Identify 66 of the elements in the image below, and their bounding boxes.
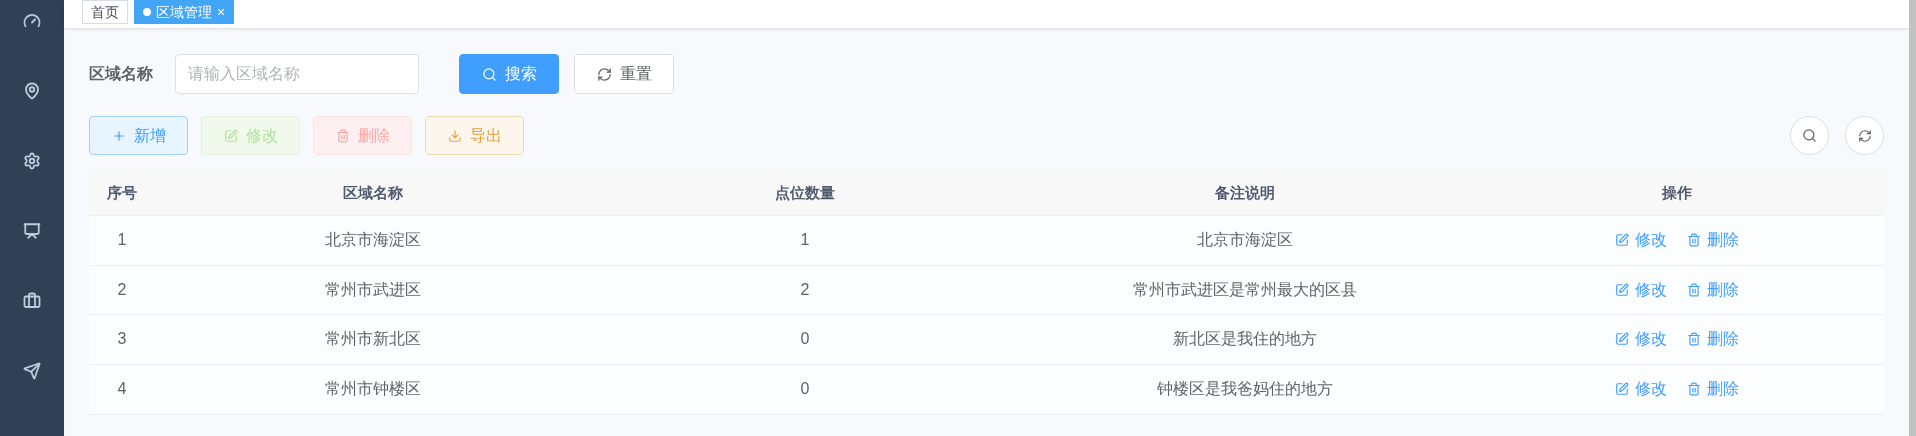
gauge-icon: [23, 12, 41, 30]
field-label: 区域名称: [89, 64, 154, 84]
search-toggle-button[interactable]: [1790, 116, 1829, 155]
search-button[interactable]: 搜索: [459, 54, 559, 94]
edit-icon: [1615, 233, 1629, 248]
reset-button[interactable]: 重置: [574, 54, 674, 94]
table-cell: 0: [800, 330, 810, 348]
table-cell: 常州市钟楼区: [324, 380, 421, 398]
briefcase-icon: [23, 292, 41, 310]
gear-icon: [23, 152, 41, 170]
sidebar-item[interactable]: [22, 82, 42, 100]
table-cell: 2: [117, 280, 127, 298]
table-cell: 4: [117, 380, 127, 398]
edit-link[interactable]: 修改: [1615, 327, 1667, 352]
refresh-icon: [1857, 128, 1872, 143]
edit-icon: [1615, 282, 1629, 297]
delete-link[interactable]: 删除: [1687, 228, 1739, 253]
toolbar-button[interactable]: 新增: [89, 116, 188, 155]
tag[interactable]: 区域管理 ×: [134, 0, 235, 24]
column-header: 区域名称: [342, 184, 403, 201]
delete-link[interactable]: 删除: [1687, 277, 1739, 302]
delete-link[interactable]: 删除: [1687, 327, 1739, 352]
edit-icon: [1615, 332, 1629, 347]
table-cell: 2: [800, 280, 810, 298]
tag[interactable]: 首页: [82, 0, 128, 24]
column-header: 序号: [107, 184, 137, 201]
sidebar-item[interactable]: [22, 152, 42, 170]
edit-link[interactable]: 修改: [1615, 277, 1667, 302]
table-cell: 北京市海淀区: [324, 231, 421, 249]
trash-icon: [1687, 382, 1701, 397]
table-cell: 3: [117, 330, 127, 348]
refresh-icon: [596, 66, 612, 82]
table-cell: 1: [800, 231, 810, 249]
download-icon: [447, 128, 462, 143]
sidebar-item[interactable]: [22, 362, 42, 380]
table-cell: 常州市新北区: [324, 330, 421, 348]
refresh-button[interactable]: [1845, 116, 1884, 155]
edit-icon: [1615, 382, 1629, 397]
paper-plane-icon: [23, 362, 41, 380]
table-cell: 0: [800, 380, 810, 398]
table-cell: 常州市武进区: [324, 280, 421, 298]
table-cell: 常州市武进区是常州最大的区县: [1133, 280, 1357, 298]
trash-icon: [1687, 282, 1701, 297]
sidebar-item[interactable]: [22, 12, 42, 30]
column-header: 操作: [1662, 184, 1692, 201]
column-header: 点位数量: [775, 184, 835, 201]
table-cell: 1: [117, 231, 127, 249]
trash-icon: [1687, 332, 1701, 347]
table-cell: 新北区是我住的地方: [1173, 330, 1317, 348]
search-icon: [1802, 128, 1817, 143]
plus-icon: [111, 128, 126, 143]
close-icon[interactable]: ×: [217, 5, 226, 19]
toolbar-button[interactable]: 导出: [425, 116, 524, 155]
column-header: 备注说明: [1215, 184, 1275, 201]
table-cell: 北京市海淀区: [1197, 231, 1293, 249]
trash-icon: [335, 128, 350, 143]
edit-icon: [223, 128, 238, 143]
search-icon: [481, 66, 497, 82]
sidebar-item[interactable]: [22, 292, 42, 310]
table-cell: 钟楼区是我爸妈住的地方: [1157, 380, 1333, 398]
edit-link[interactable]: 修改: [1615, 228, 1667, 253]
edit-link[interactable]: 修改: [1615, 377, 1667, 402]
delete-link[interactable]: 删除: [1687, 377, 1739, 402]
trash-icon: [1687, 233, 1701, 248]
location-pin-icon: [23, 82, 41, 100]
search-field[interactable]: 请输入区域名称: [175, 54, 419, 94]
